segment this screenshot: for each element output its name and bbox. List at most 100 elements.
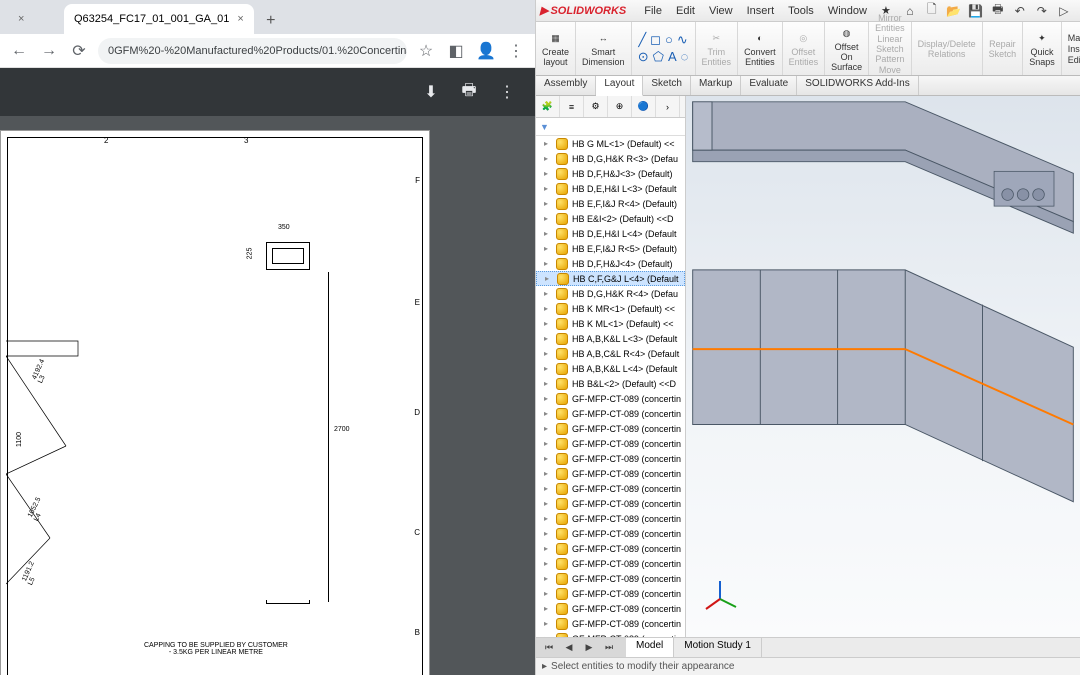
tab-model[interactable]: Model	[626, 638, 674, 657]
graphics-viewport[interactable]	[686, 96, 1080, 637]
tree-item[interactable]: ▸GF-MFP-CT-089 (concertin	[536, 586, 685, 601]
tree-item[interactable]: ▸HB D,E,H&I L<3> (Default	[536, 181, 685, 196]
expand-icon[interactable]: ▸	[544, 574, 552, 583]
rg-quick-snaps[interactable]: ✦ Quick Snaps	[1023, 22, 1062, 75]
expand-icon[interactable]: ▸	[544, 394, 552, 403]
tree-item[interactable]: ▸HB G ML<1> (Default) <<	[536, 136, 685, 151]
save-icon[interactable]: 💾	[967, 2, 985, 20]
feature-tree[interactable]: ▸HB G ML<1> (Default) <<▸HB D,G,H&K R<3>…	[536, 136, 685, 637]
reload-button[interactable]: ⟳	[68, 40, 90, 62]
tree-item[interactable]: ▸HB A,B,C&L R<4> (Default	[536, 346, 685, 361]
tree-item[interactable]: ▸HB A,B,K&L L<4> (Default	[536, 361, 685, 376]
tree-item[interactable]: ▸GF-MFP-CT-089 (concertin	[536, 421, 685, 436]
forward-button[interactable]: →	[38, 40, 60, 62]
undo-icon[interactable]: ↶	[1011, 2, 1029, 20]
rg-smart-dim[interactable]: ↔ Smart Dimension	[576, 22, 632, 75]
expand-icon[interactable]: ▸	[544, 199, 552, 208]
expand-icon[interactable]: ▸	[544, 589, 552, 598]
tree-item[interactable]: ▸HB E,F,I&J R<4> (Default)	[536, 196, 685, 211]
tree-item[interactable]: ▸GF-MFP-CT-089 (concertin	[536, 541, 685, 556]
tree-item[interactable]: ▸HB D,E,H&I L<4> (Default	[536, 226, 685, 241]
tab-evaluate[interactable]: Evaluate	[741, 76, 797, 95]
chrome-tab-0[interactable]: ×	[0, 4, 60, 34]
tree-item[interactable]: ▸HB E,F,I&J R<5> (Default)	[536, 241, 685, 256]
close-icon[interactable]: ×	[237, 13, 243, 25]
tree-item[interactable]: ▸GF-MFP-CT-089 (concertin	[536, 601, 685, 616]
expand-icon[interactable]: ▸	[544, 229, 552, 238]
view-triad[interactable]	[700, 577, 740, 617]
fm-prop-icon[interactable]: ≡	[560, 96, 584, 117]
expand-icon[interactable]: ▸	[544, 499, 552, 508]
expand-icon[interactable]: ▸	[544, 454, 552, 463]
expand-icon[interactable]: ▸	[544, 244, 552, 253]
rg-sketch-tools[interactable]: ╱◻○∿ ⊙⬠A◌	[632, 22, 696, 75]
print-icon[interactable]: 🖶	[989, 2, 1007, 20]
tree-item[interactable]: ▸GF-MFP-CT-089 (concertin	[536, 466, 685, 481]
rg-convert[interactable]: ◐ Convert Entities	[738, 22, 783, 75]
tree-item[interactable]: ▸HB D,G,H&K R<4> (Defau	[536, 286, 685, 301]
address-bar[interactable]: 0GFM%20-%20Manufactured%20Products/01.%2…	[98, 38, 407, 64]
tree-item[interactable]: ▸GF-MFP-CT-089 (concertin	[536, 526, 685, 541]
tree-item[interactable]: ▸GF-MFP-CT-089 (concertin	[536, 556, 685, 571]
tab-markup[interactable]: Markup	[691, 76, 741, 95]
rg-create-layout[interactable]: ▦ Create layout	[536, 22, 576, 75]
expand-icon[interactable]: ▸	[544, 169, 552, 178]
menu-view[interactable]: View	[703, 5, 739, 17]
expand-icon[interactable]: ▸	[544, 334, 552, 343]
tree-item[interactable]: ▸GF-MFP-CT-089 (concertin	[536, 511, 685, 526]
tree-item[interactable]: ▸HB K ML<1> (Default) <<	[536, 316, 685, 331]
tree-item[interactable]: ▸GF-MFP-CT-089 (concertin	[536, 481, 685, 496]
rg-blocks[interactable]: Make... Inser... Edit ...	[1062, 22, 1080, 75]
expand-icon[interactable]: ▸	[544, 469, 552, 478]
tree-item[interactable]: ▸HB D,F,H&J<4> (Default)	[536, 256, 685, 271]
download-button[interactable]: ⬇	[419, 80, 443, 104]
expand-icon[interactable]: ▸	[544, 184, 552, 193]
expand-icon[interactable]: ▸	[544, 214, 552, 223]
profile-icon[interactable]: 👤	[475, 40, 497, 62]
tree-filter[interactable]: ▼	[536, 118, 685, 136]
expand-icon[interactable]: ▸	[544, 484, 552, 493]
menu-file[interactable]: File	[638, 5, 668, 17]
tree-item[interactable]: ▸HB D,G,H&K R<3> (Defau	[536, 151, 685, 166]
expand-icon[interactable]: ▸	[544, 424, 552, 433]
tree-item[interactable]: ▸GF-MFP-CT-089 (concertin	[536, 436, 685, 451]
menu-insert[interactable]: Insert	[741, 5, 781, 17]
expand-icon[interactable]: ▸	[544, 139, 552, 148]
expand-icon[interactable]: ▸	[544, 379, 552, 388]
tree-item[interactable]: ▸HB D,F,H&J<3> (Default)	[536, 166, 685, 181]
expand-icon[interactable]: ▸	[544, 529, 552, 538]
fm-appear-icon[interactable]: 🔵	[632, 96, 656, 117]
expand-icon[interactable]: ▸	[544, 619, 552, 628]
expand-icon[interactable]: ▸	[544, 514, 552, 523]
nav-first-icon[interactable]: ⏮	[540, 639, 558, 657]
back-button[interactable]: ←	[8, 40, 30, 62]
fm-disp-icon[interactable]: ⊕	[608, 96, 632, 117]
menu-icon[interactable]: ⋮	[505, 40, 527, 62]
tab-addins[interactable]: SOLIDWORKS Add-Ins	[797, 76, 918, 95]
expand-icon[interactable]: ▸	[544, 409, 552, 418]
expand-icon[interactable]: ▸	[544, 289, 552, 298]
tab-motion-study[interactable]: Motion Study 1	[674, 638, 762, 657]
tree-item[interactable]: ▸HB E&I<2> (Default) <<D	[536, 211, 685, 226]
tree-item[interactable]: ▸HB B&L<2> (Default) <<D	[536, 376, 685, 391]
redo-icon[interactable]: ↷	[1033, 2, 1051, 20]
tree-item[interactable]: ▸GF-MFP-CT-089 (concertin	[536, 571, 685, 586]
expand-icon[interactable]: ▸	[544, 319, 552, 328]
fm-tree-icon[interactable]: 🧩	[536, 96, 560, 117]
expand-icon[interactable]: ▸	[544, 544, 552, 553]
tab-sketch[interactable]: Sketch	[643, 76, 691, 95]
fm-config-icon[interactable]: ⚙	[584, 96, 608, 117]
tree-item[interactable]: ▸GF-MFP-CT-089 (concertin	[536, 406, 685, 421]
star-icon[interactable]: ☆	[415, 40, 437, 62]
expand-icon[interactable]: ▸	[544, 559, 552, 568]
expand-icon[interactable]: ▸	[544, 349, 552, 358]
expand-icon[interactable]: ▸	[544, 364, 552, 373]
rg-offset-surface[interactable]: ◍ Offset On Surface	[825, 22, 869, 75]
tree-item[interactable]: ▸HB C,F,G&J L<4> (Default	[536, 271, 685, 286]
expand-icon[interactable]: ▸	[544, 604, 552, 613]
pdf-menu-button[interactable]: ⋮	[495, 80, 519, 104]
close-icon[interactable]: ×	[18, 13, 24, 25]
new-icon[interactable]: 🗋	[923, 2, 941, 20]
fm-expand-icon[interactable]: ›	[656, 96, 680, 117]
menu-edit[interactable]: Edit	[670, 5, 701, 17]
